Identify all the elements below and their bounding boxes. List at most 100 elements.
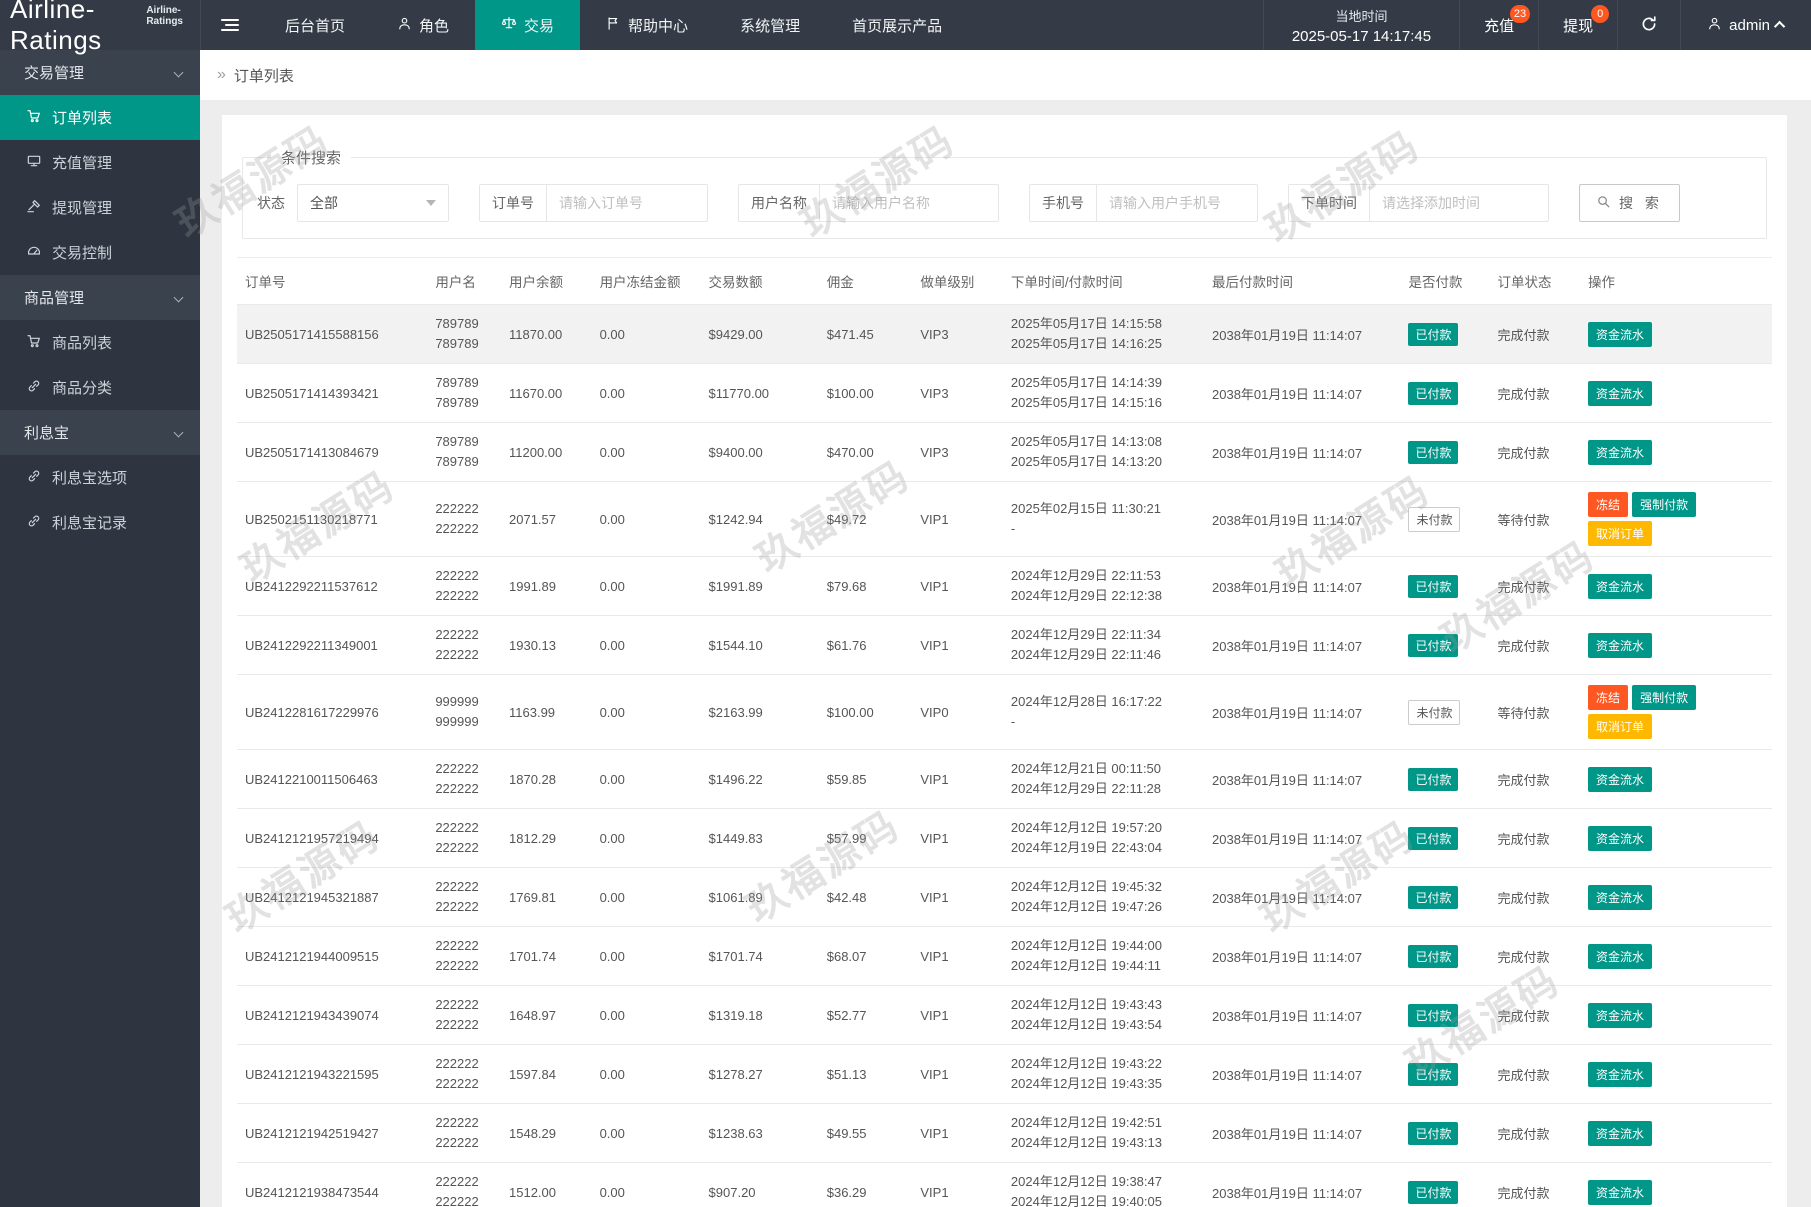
fund-flow-button[interactable]: 资金流水	[1588, 440, 1652, 465]
paid-badge: 已付款	[1408, 1122, 1458, 1145]
table-header-row: 订单号 用户名 用户余额 用户冻结金额 交易数额 佣金 做单级别 下单时间/付款…	[237, 258, 1772, 305]
order-status-cell: 等待付款	[1489, 482, 1580, 557]
username-cell: 789789789789	[427, 305, 501, 364]
nav-item-trade[interactable]: 交易	[475, 0, 580, 50]
sidebar-item-recharge-mgmt[interactable]: 充值管理	[0, 140, 200, 185]
order-no-cell: UB2505171415588156	[237, 305, 427, 364]
fund-flow-button[interactable]: 资金流水	[1588, 1180, 1652, 1205]
commission-cell: $79.68	[819, 557, 913, 616]
sidebar-item-product-list[interactable]: 商品列表	[0, 320, 200, 365]
nav-item-home-products[interactable]: 首页展示产品	[826, 0, 968, 50]
last-pay-time-cell: 2038年01月19日 11:14:07	[1204, 364, 1400, 423]
balance-cell: 11870.00	[501, 305, 592, 364]
withdraw-button[interactable]: 提现 0	[1539, 0, 1618, 50]
table-row: UB24121219432215952222222222221597.840.0…	[237, 1045, 1772, 1104]
fund-flow-button[interactable]: 资金流水	[1588, 574, 1652, 599]
username-input[interactable]	[820, 185, 998, 221]
sidebar-item-lixibao-options[interactable]: 利息宝选项	[0, 455, 200, 500]
menu-toggle-button[interactable]	[201, 0, 259, 50]
order-no-input[interactable]	[547, 185, 707, 221]
frozen-cell: 0.00	[592, 482, 701, 557]
level-cell: VIP1	[912, 557, 1003, 616]
frozen-cell: 0.00	[592, 675, 701, 750]
cancel-order-button[interactable]: 取消订单	[1588, 714, 1652, 739]
paid-status-cell: 已付款	[1400, 986, 1489, 1045]
order-time-input[interactable]	[1370, 185, 1548, 221]
refresh-button[interactable]	[1618, 0, 1681, 50]
frozen-cell: 0.00	[592, 986, 701, 1045]
actions-cell: 资金流水	[1580, 423, 1772, 482]
status-select[interactable]: 全部	[297, 184, 449, 222]
force-pay-button[interactable]: 强制付款	[1632, 685, 1696, 710]
actions-cell: 资金流水	[1580, 809, 1772, 868]
sidebar-item-lixibao-records[interactable]: 利息宝记录	[0, 500, 200, 545]
balance-cell: 1512.00	[501, 1163, 592, 1207]
actions-cell: 资金流水	[1580, 1104, 1772, 1163]
user-menu[interactable]: admin	[1681, 0, 1811, 50]
paid-badge: 已付款	[1408, 323, 1458, 346]
level-cell: VIP1	[912, 868, 1003, 927]
fund-flow-button[interactable]: 资金流水	[1588, 1121, 1652, 1146]
search-button[interactable]: 搜 索	[1579, 184, 1680, 222]
fund-flow-button[interactable]: 资金流水	[1588, 633, 1652, 658]
fund-flow-button[interactable]: 资金流水	[1588, 322, 1652, 347]
paid-status-cell: 已付款	[1400, 305, 1489, 364]
freeze-button[interactable]: 冻结	[1588, 685, 1628, 710]
user-icon	[397, 16, 412, 35]
sidebar-group-products[interactable]: 商品管理	[0, 275, 200, 320]
actions-cell: 资金流水	[1580, 1045, 1772, 1104]
nav-item-help[interactable]: 帮助中心	[580, 0, 714, 50]
sidebar-item-withdraw-mgmt[interactable]: 提现管理	[0, 185, 200, 230]
level-cell: VIP3	[912, 364, 1003, 423]
order-no-cell: UB2412292211537612	[237, 557, 427, 616]
last-pay-time-cell: 2038年01月19日 11:14:07	[1204, 1104, 1400, 1163]
sidebar-item-trade-control[interactable]: 交易控制	[0, 230, 200, 275]
amount-cell: $907.20	[701, 1163, 819, 1207]
paid-status-cell: 已付款	[1400, 557, 1489, 616]
actions-cell: 资金流水	[1580, 305, 1772, 364]
recharge-button[interactable]: 充值 23	[1460, 0, 1539, 50]
level-cell: VIP1	[912, 1104, 1003, 1163]
balance-cell: 2071.57	[501, 482, 592, 557]
monitor-icon	[26, 153, 42, 173]
order-time-cell: 2025年05月17日 14:15:582025年05月17日 14:16:25	[1003, 305, 1204, 364]
table-row: UB25021511302187712222222222222071.570.0…	[237, 482, 1772, 557]
level-cell: VIP1	[912, 482, 1003, 557]
level-cell: VIP3	[912, 305, 1003, 364]
table-row: UB24122816172299769999999999991163.990.0…	[237, 675, 1772, 750]
nav-item-roles[interactable]: 角色	[371, 0, 475, 50]
sidebar-group-lixibao[interactable]: 利息宝	[0, 410, 200, 455]
chevron-down-icon	[174, 68, 184, 78]
fund-flow-button[interactable]: 资金流水	[1588, 885, 1652, 910]
sidebar-item-product-category[interactable]: 商品分类	[0, 365, 200, 410]
frozen-cell: 0.00	[592, 750, 701, 809]
fund-flow-button[interactable]: 资金流水	[1588, 381, 1652, 406]
order-no-cell: UB2505171413084679	[237, 423, 427, 482]
order-time-cell: 2024年12月12日 19:45:322024年12月12日 19:47:26	[1003, 868, 1204, 927]
nav-item-dashboard[interactable]: 后台首页	[259, 0, 371, 50]
force-pay-button[interactable]: 强制付款	[1632, 492, 1696, 517]
username-cell: 222222222222	[427, 482, 501, 557]
page-title: 订单列表	[234, 65, 294, 86]
fund-flow-button[interactable]: 资金流水	[1588, 826, 1652, 851]
link-icon	[26, 513, 42, 533]
withdraw-count-badge: 0	[1591, 5, 1609, 23]
fund-flow-button[interactable]: 资金流水	[1588, 944, 1652, 969]
cancel-order-button[interactable]: 取消订单	[1588, 521, 1652, 546]
fund-flow-button[interactable]: 资金流水	[1588, 1003, 1652, 1028]
sidebar-item-order-list[interactable]: 订单列表	[0, 95, 200, 140]
freeze-button[interactable]: 冻结	[1588, 492, 1628, 517]
fund-flow-button[interactable]: 资金流水	[1588, 767, 1652, 792]
balance-cell: 11670.00	[501, 364, 592, 423]
nav-item-system[interactable]: 系统管理	[714, 0, 826, 50]
balance-cell: 1701.74	[501, 927, 592, 986]
last-pay-time-cell: 2038年01月19日 11:14:07	[1204, 305, 1400, 364]
order-no-cell: UB2412121943439074	[237, 986, 427, 1045]
table-row: UB24121219572194942222222222221812.290.0…	[237, 809, 1772, 868]
order-time-cell: 2024年12月12日 19:57:202024年12月19日 22:43:04	[1003, 809, 1204, 868]
sidebar-group-trade[interactable]: 交易管理	[0, 50, 200, 95]
order-table: 订单号 用户名 用户余额 用户冻结金额 交易数额 佣金 做单级别 下单时间/付款…	[237, 257, 1772, 1207]
phone-input[interactable]	[1097, 185, 1257, 221]
paid-badge: 已付款	[1408, 827, 1458, 850]
fund-flow-button[interactable]: 资金流水	[1588, 1062, 1652, 1087]
